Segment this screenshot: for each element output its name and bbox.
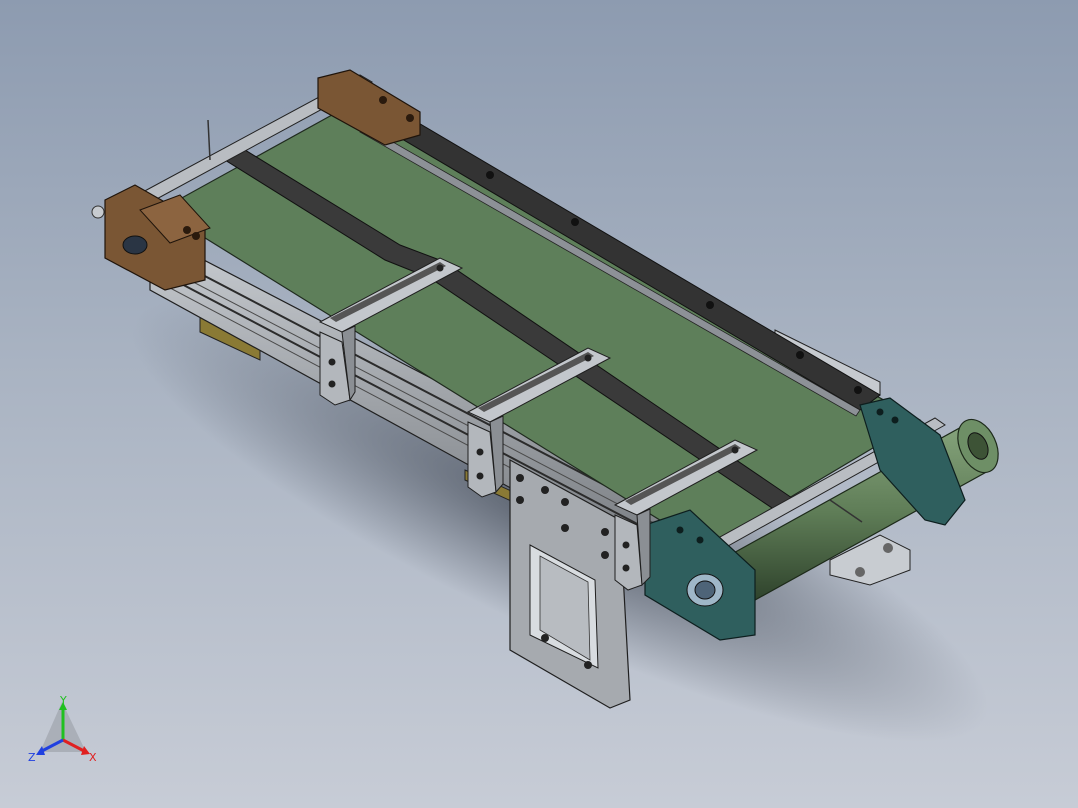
conveyor-3d-model[interactable] (0, 0, 1078, 808)
cad-viewport[interactable]: Y X Z (0, 0, 1078, 808)
z-axis-label: Z (28, 751, 36, 764)
y-axis-label: Y (59, 694, 67, 707)
orientation-triad: Y X Z (28, 694, 97, 764)
x-axis-label: X (89, 751, 97, 764)
